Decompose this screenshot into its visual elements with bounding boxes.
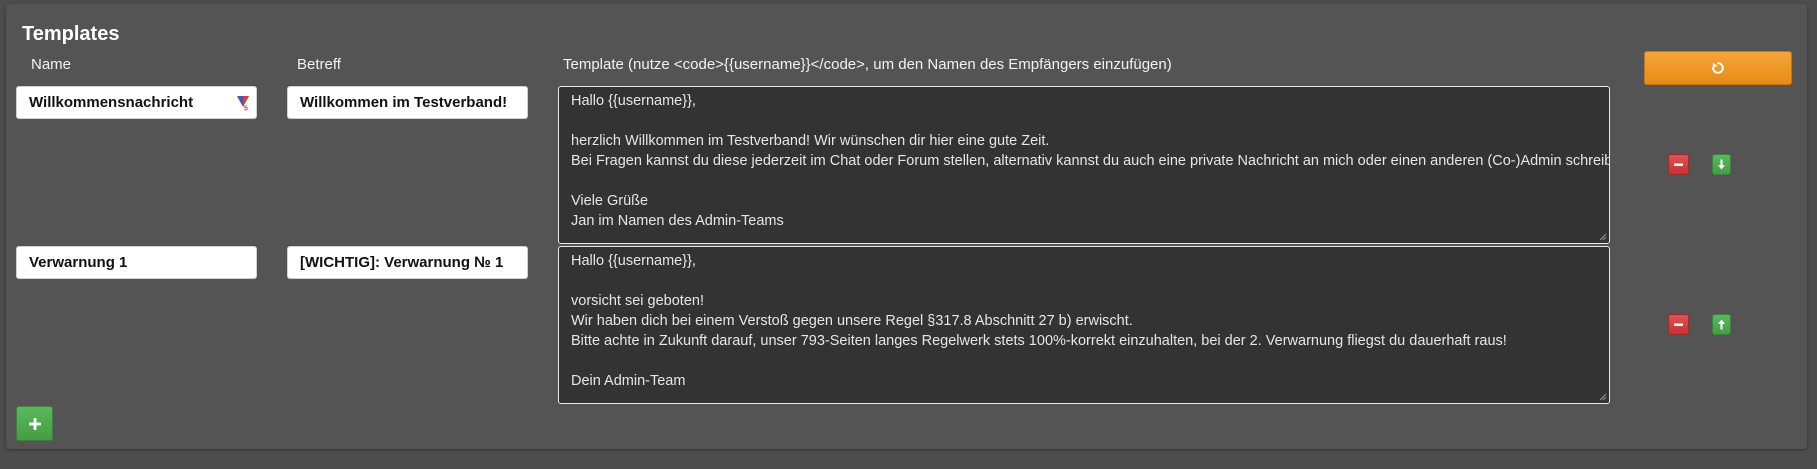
minus-icon [1674, 323, 1683, 326]
templates-panel: Templates Name Betreff Template (nutze <… [6, 4, 1807, 449]
template-subject-input-1[interactable]: Willkommen im Testverband! [287, 86, 528, 119]
template-body-line [571, 111, 1597, 131]
arrow-down-icon [1718, 159, 1725, 170]
template-body-line: vorsicht sei geboten! [571, 293, 704, 309]
column-header-subject: Betreff [297, 56, 341, 73]
template-name-input-1[interactable]: Willkommensnachricht 5 [16, 86, 257, 119]
template-body-line: Wir haben dich bei einem Verstoß gegen u… [571, 313, 1133, 329]
add-template-button[interactable] [16, 406, 53, 441]
template-body-line [571, 271, 1597, 291]
column-header-template: Template (nutze <code>{{username}}</code… [563, 56, 1172, 73]
svg-text:5: 5 [244, 106, 248, 112]
template-body-line: Jan im Namen des Admin-Teams [571, 213, 784, 229]
remove-template-button-2[interactable] [1668, 314, 1689, 335]
column-header-name: Name [31, 56, 72, 73]
password-manager-badge-icon: 5 [237, 96, 249, 112]
template-body-textarea-1[interactable]: Hallo {{username}}, herzlich Willkommen … [558, 86, 1610, 244]
arrow-up-icon [1718, 319, 1725, 330]
plus-icon [28, 417, 41, 430]
template-body-line [571, 351, 1597, 371]
template-subject-value: Willkommen im Testverband! [300, 94, 508, 111]
template-name-value: Willkommensnachricht [29, 94, 194, 111]
minus-icon [1674, 163, 1683, 166]
template-body-line [571, 171, 1597, 191]
reset-icon [1712, 62, 1724, 74]
template-body-line: Bei Fragen kannst du diese jederzeit im … [571, 153, 1610, 169]
reset-button[interactable] [1644, 51, 1792, 85]
template-body-textarea-2[interactable]: Hallo {{username}}, vorsicht sei geboten… [558, 246, 1610, 404]
section-title: Templates [22, 23, 120, 45]
template-body-line: Hallo {{username}}, [571, 253, 696, 269]
template-subject-input-2[interactable]: [WICHTIG]: Verwarnung № 1 [287, 246, 528, 279]
resize-grip-icon[interactable] [1599, 233, 1607, 241]
move-template-down-button[interactable] [1712, 154, 1731, 175]
template-body-line: Dein Admin-Team [571, 373, 686, 389]
template-body-line: Bitte achte in Zukunft darauf, unser 793… [571, 333, 1507, 349]
template-body-line: Viele Grüße [571, 193, 649, 209]
template-name-value: Verwarnung 1 [29, 254, 128, 271]
template-name-input-2[interactable]: Verwarnung 1 [16, 246, 257, 279]
template-body-line: herzlich Willkommen im Testverband! Wir … [571, 133, 1050, 149]
template-body-line: Hallo {{username}}, [571, 93, 696, 109]
template-subject-value: [WICHTIG]: Verwarnung № 1 [300, 254, 504, 271]
resize-grip-icon[interactable] [1599, 393, 1607, 401]
move-template-up-button[interactable] [1712, 314, 1731, 335]
remove-template-button-1[interactable] [1668, 154, 1689, 175]
